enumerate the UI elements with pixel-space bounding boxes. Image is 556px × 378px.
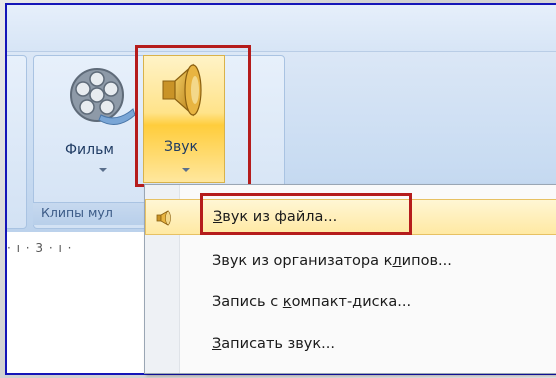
menu-item-sound-from-clip-organizer[interactable]: Звук из организатора клипов... (145, 244, 556, 280)
menu-item-label: Запись с компакт-диска... (212, 294, 412, 310)
menu-item-label: Звук из организатора клипов... (212, 253, 452, 269)
menu-item-record-from-cd[interactable]: Запись с компакт-диска... (145, 285, 556, 321)
film-button-label: Фильм (65, 142, 114, 158)
title-bar (7, 5, 556, 51)
sound-button-highlight-box (135, 45, 251, 187)
ribbon-group-label: Клипы мул (41, 205, 113, 220)
speaker-small-icon (156, 210, 171, 226)
ribbon-group-previous (7, 55, 27, 229)
menu-item-record-sound[interactable]: Записать звук... (145, 327, 556, 363)
menu-item-highlight-box (200, 193, 412, 235)
menu-item-label: Записать звук... (212, 336, 335, 352)
horizontal-ruler: · ı · 3 · ı · (7, 241, 73, 255)
film-dropdown-arrow-icon[interactable] (99, 168, 107, 172)
film-reel-icon (70, 68, 136, 125)
